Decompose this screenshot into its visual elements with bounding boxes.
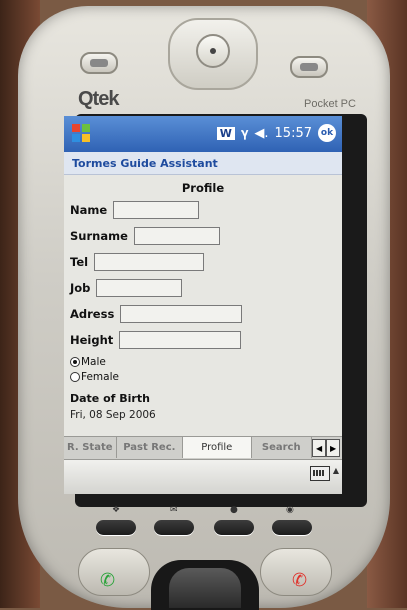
tab-past-rec[interactable]: Past Rec. [117,437,184,458]
male-label: Male [81,355,106,368]
name-label: Name [70,203,108,217]
tab-scroll: ◀ ▶ [312,437,342,459]
scroll-right-icon[interactable]: ▶ [326,439,341,457]
model-label: Pocket PC [304,98,356,110]
surname-row: Surname [70,223,342,249]
tab-search[interactable]: Search [252,437,313,458]
menu-bar: ▲ [64,459,342,494]
tel-label: Tel [70,255,89,269]
surname-label: Surname [70,229,128,243]
chevron-up-icon[interactable]: ▲ [333,466,339,475]
job-input[interactable] [96,279,183,297]
address-label: Adress [70,307,115,321]
mail-icon: ✉ [170,505,178,515]
windows-start-icon[interactable] [72,124,92,144]
ok-hw-icon: ◉ [286,505,294,515]
call-end-icon[interactable]: ✆ [292,570,307,591]
top-navigation-pad[interactable] [168,18,258,90]
surname-input[interactable] [133,227,220,245]
tel-input[interactable] [94,253,205,271]
tel-row: Tel [70,249,342,275]
name-row: Name [70,197,342,223]
taskbar: W 𝛄 ◀. 15:57 ok [64,116,342,152]
screen: W 𝛄 ◀. 15:57 ok Tormes Guide Assistant P… [64,116,342,494]
call-answer-icon[interactable]: ✆ [100,570,115,591]
joystick[interactable] [151,560,259,610]
tab-profile[interactable]: Profile [183,437,252,458]
mail-hardware-button[interactable] [154,520,194,535]
brand-logo: Qtek [78,88,119,110]
height-label: Height [70,333,114,347]
dob-label: Date of Birth [70,392,150,405]
form-heading: Profile [181,181,225,195]
clock-label[interactable]: 15:57 [275,126,312,141]
tab-r-state[interactable]: R. State [64,437,117,458]
keyboard-icon[interactable] [310,466,330,481]
signal-icon[interactable]: 𝛄 [241,126,248,141]
calendar-hardware-button[interactable] [80,52,118,74]
dpad-center[interactable] [196,34,230,68]
contacts-hardware-button[interactable] [290,56,328,78]
internet-hardware-button[interactable] [214,520,254,535]
male-radio[interactable]: Male [70,354,342,369]
tab-bar: R. State Past Rec. Profile Search ◀ ▶ [64,436,342,459]
dob-picker[interactable]: Fri, 08 Sep 2006 [70,409,342,421]
start-hardware-button[interactable] [96,520,136,535]
start-icon: ❖ [112,505,121,515]
profile-form: Profile Name Surname Tel Job Adress Heig… [64,175,342,421]
ok-hardware-button[interactable] [272,520,312,535]
address-input[interactable] [120,305,243,323]
volume-icon[interactable]: ◀. [254,126,268,141]
job-row: Job [70,275,342,301]
radio-unselected-icon[interactable] [70,371,80,382]
address-row: Adress [70,301,342,327]
internet-icon: ● [230,505,238,515]
name-input[interactable] [113,201,200,219]
height-row: Height [70,327,342,353]
ok-button[interactable]: ok [318,124,336,142]
job-label: Job [70,281,91,295]
app-title: Tormes Guide Assistant [64,152,342,175]
height-input[interactable] [119,331,242,349]
scroll-left-icon[interactable]: ◀ [312,439,327,457]
female-label: Female [81,370,119,383]
radio-selected-icon[interactable] [70,356,80,367]
w-status-icon[interactable]: W [216,126,235,140]
female-radio[interactable]: Female [70,369,342,384]
